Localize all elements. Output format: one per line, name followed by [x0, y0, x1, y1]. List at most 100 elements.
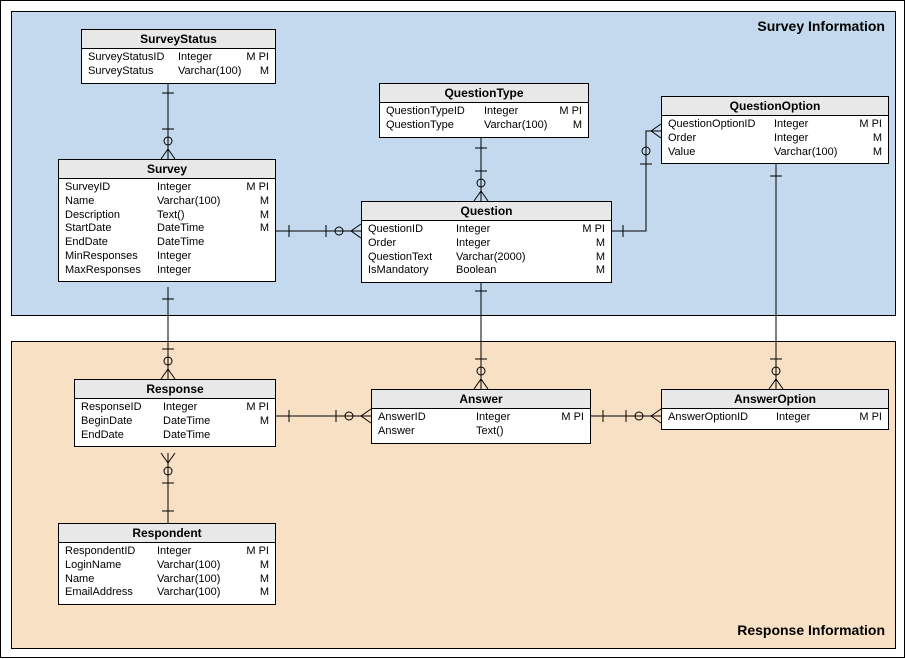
attr-type: Varchar(100) [157, 573, 260, 587]
attr-flags: M PI [246, 545, 269, 559]
attr-name: MinResponses [65, 250, 157, 264]
attr-type: Varchar(100) [157, 559, 260, 573]
attr-name: LoginName [65, 559, 157, 573]
attr-name: BeginDate [81, 415, 163, 429]
attr-name: EndDate [65, 236, 157, 250]
entity-questionoption-title: QuestionOption [662, 97, 888, 116]
attr-name: AnswerOptionID [668, 411, 776, 425]
attr-type: Integer [456, 223, 582, 237]
attr-type: Integer [157, 545, 246, 559]
attr-name: Order [368, 237, 456, 251]
attr-flags: M PI [559, 105, 582, 119]
attr-row: RespondentIDIntegerM PI [65, 545, 269, 559]
attr-name: Name [65, 573, 157, 587]
attr-row: OrderIntegerM [368, 237, 605, 251]
entity-response-title: Response [75, 380, 275, 399]
attr-flags: M [596, 264, 605, 278]
attr-type: Text() [476, 425, 584, 439]
entity-questionoption: QuestionOption QuestionOptionIDIntegerM … [661, 96, 889, 164]
attr-row: AnswerText() [378, 425, 584, 439]
attr-flags: M [260, 415, 269, 429]
attr-row: QuestionTypeVarchar(100)M [386, 119, 582, 133]
entity-answeroption: AnswerOption AnswerOptionIDIntegerM PI [661, 389, 889, 430]
attr-row: LoginNameVarchar(100)M [65, 559, 269, 573]
entity-question-title: Question [362, 202, 611, 221]
attr-row: ResponseIDIntegerM PI [81, 401, 269, 415]
attr-name: Answer [378, 425, 476, 439]
attr-flags: M [873, 132, 882, 146]
attr-name: SurveyStatus [88, 65, 178, 79]
attr-row: SurveyIDIntegerM PI [65, 181, 269, 195]
entity-answeroption-title: AnswerOption [662, 390, 888, 409]
attr-flags: M [260, 559, 269, 573]
attr-name: IsMandatory [368, 264, 456, 278]
attr-row: AnswerOptionIDIntegerM PI [668, 411, 882, 425]
attr-type: Integer [157, 264, 269, 278]
entity-answer-title: Answer [372, 390, 590, 409]
entity-survey: Survey SurveyIDIntegerM PINameVarchar(10… [58, 159, 276, 282]
attr-type: Integer [178, 51, 246, 65]
attr-type: Varchar(100) [157, 586, 260, 600]
attr-flags: M PI [582, 223, 605, 237]
attr-flags: M [260, 65, 269, 79]
entity-survey-title: Survey [59, 160, 275, 179]
attr-flags: M [260, 222, 269, 236]
attr-flags: M PI [561, 411, 584, 425]
entity-respondent: Respondent RespondentIDIntegerM PILoginN… [58, 523, 276, 605]
attr-name: QuestionType [386, 119, 484, 133]
attr-type: Varchar(100) [774, 146, 873, 160]
entity-response-body: ResponseIDIntegerM PIBeginDateDateTimeME… [75, 399, 275, 446]
entity-answer: Answer AnswerIDIntegerM PIAnswerText() [371, 389, 591, 444]
entity-questiontype-body: QuestionTypeIDIntegerM PIQuestionTypeVar… [380, 103, 588, 137]
attr-type: Boolean [456, 264, 596, 278]
attr-type: Text() [157, 209, 260, 223]
attr-row: MinResponsesInteger [65, 250, 269, 264]
attr-row: OrderIntegerM [668, 132, 882, 146]
attr-name: StartDate [65, 222, 157, 236]
attr-name: Order [668, 132, 774, 146]
attr-name: QuestionText [368, 251, 456, 265]
attr-name: EndDate [81, 429, 163, 443]
entity-respondent-title: Respondent [59, 524, 275, 543]
attr-row: SurveyStatusVarchar(100)M [88, 65, 269, 79]
entity-question: Question QuestionIDIntegerM PIOrderInteg… [361, 201, 612, 283]
entity-surveystatus-title: SurveyStatus [82, 30, 275, 49]
entity-questiontype: QuestionType QuestionTypeIDIntegerM PIQu… [379, 83, 589, 138]
attr-flags: M PI [246, 181, 269, 195]
attr-row: EndDateDateTime [81, 429, 269, 443]
attr-row: ValueVarchar(100)M [668, 146, 882, 160]
attr-type: Varchar(100) [178, 65, 260, 79]
attr-name: Description [65, 209, 157, 223]
attr-name: QuestionTypeID [386, 105, 484, 119]
attr-row: IsMandatoryBooleanM [368, 264, 605, 278]
entity-question-body: QuestionIDIntegerM PIOrderIntegerMQuesti… [362, 221, 611, 282]
attr-row: QuestionIDIntegerM PI [368, 223, 605, 237]
attr-flags: M PI [246, 51, 269, 65]
attr-row: EndDateDateTime [65, 236, 269, 250]
attr-row: StartDateDateTimeM [65, 222, 269, 236]
attr-name: ResponseID [81, 401, 163, 415]
attr-type: DateTime [163, 429, 269, 443]
attr-type: Integer [476, 411, 561, 425]
attr-row: BeginDateDateTimeM [81, 415, 269, 429]
attr-type: Integer [157, 181, 246, 195]
attr-flags: M PI [859, 118, 882, 132]
attr-row: NameVarchar(100)M [65, 573, 269, 587]
attr-flags: M PI [859, 411, 882, 425]
entity-surveystatus-body: SurveyStatusIDIntegerM PISurveyStatusVar… [82, 49, 275, 83]
attr-name: EmailAddress [65, 586, 157, 600]
attr-row: SurveyStatusIDIntegerM PI [88, 51, 269, 65]
entity-survey-body: SurveyIDIntegerM PINameVarchar(100)MDesc… [59, 179, 275, 281]
entity-questionoption-body: QuestionOptionIDIntegerM PIOrderIntegerM… [662, 116, 888, 163]
attr-flags: M [596, 251, 605, 265]
region-survey-title: Survey Information [757, 18, 885, 34]
attr-flags: M [260, 573, 269, 587]
attr-row: MaxResponsesInteger [65, 264, 269, 278]
attr-type: Integer [163, 401, 246, 415]
attr-name: Value [668, 146, 774, 160]
attr-flags: M [260, 586, 269, 600]
attr-type: DateTime [157, 222, 260, 236]
attr-type: DateTime [163, 415, 260, 429]
entity-answeroption-body: AnswerOptionIDIntegerM PI [662, 409, 888, 429]
attr-type: Varchar(100) [157, 195, 260, 209]
